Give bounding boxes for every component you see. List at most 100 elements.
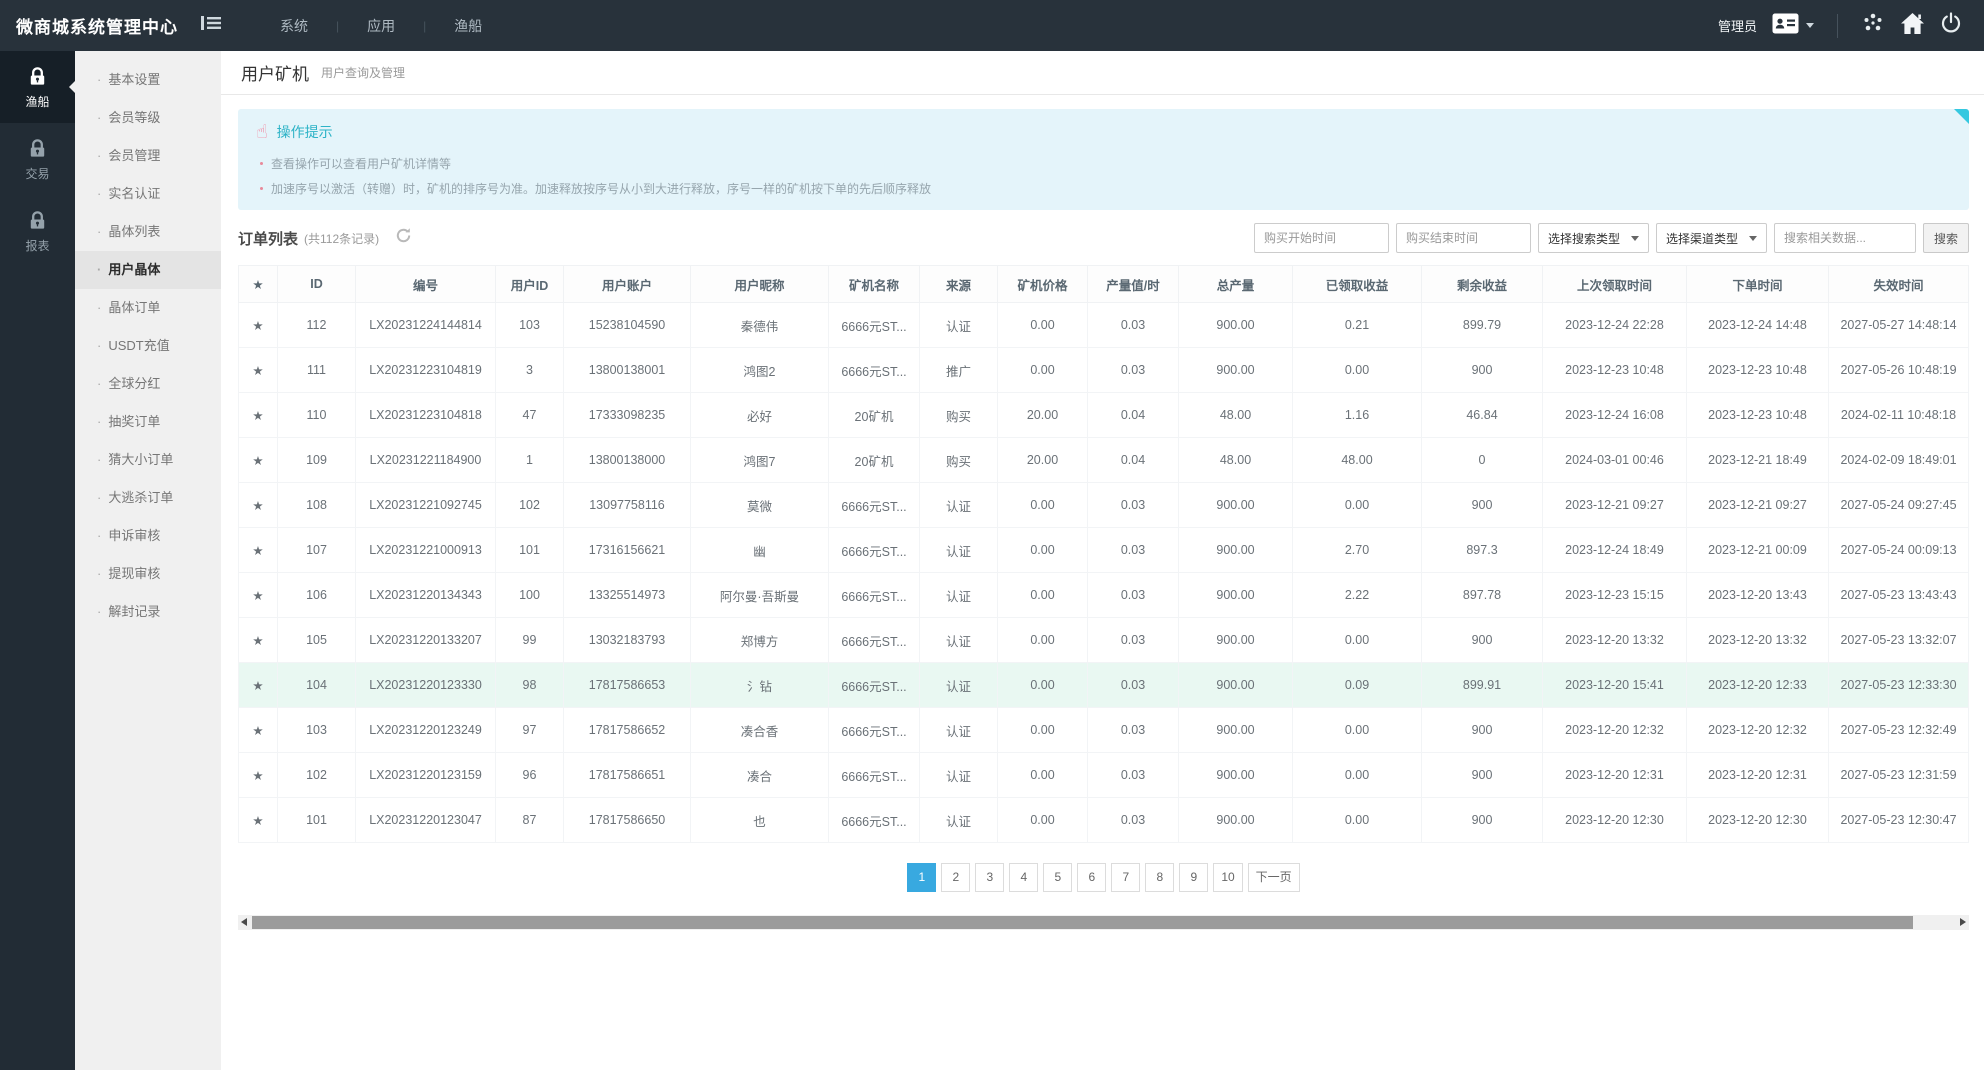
sidebar-item-label: 晶体列表: [108, 224, 161, 239]
brand-title: 微商城系统管理中心: [16, 18, 178, 37]
page-button-5[interactable]: 5: [1043, 863, 1073, 892]
sidebar-item-10[interactable]: · 猜大小订单: [75, 441, 221, 479]
page-button-9[interactable]: 9: [1179, 863, 1209, 892]
sidebar-item-14[interactable]: · 解封记录: [75, 593, 221, 631]
favorite-star-icon[interactable]: ★: [238, 302, 278, 348]
cell-8: 0.03: [1087, 572, 1179, 618]
favorite-star-icon[interactable]: ★: [238, 707, 278, 753]
page-button-4[interactable]: 4: [1009, 863, 1039, 892]
sidebar-item-13[interactable]: · 提现审核: [75, 555, 221, 593]
table-row[interactable]: ★ 110 LX20231223104818 47 17333098235 必好 20矿机购…: [238, 392, 1969, 438]
table-row[interactable]: ★ 102 LX20231220123159 96 17817586651 凑合 6666元…: [238, 752, 1969, 798]
cell-7: 20.00: [997, 437, 1088, 483]
dots-cluster-icon: [1861, 11, 1885, 40]
cell-7: 0.00: [997, 752, 1088, 798]
table-row[interactable]: ★ 104 LX20231220123330 98 17817586653 氵钻 6666元…: [238, 662, 1969, 708]
table-row[interactable]: ★ 112 LX20231224144814 103 15238104590 秦德伟 666…: [238, 302, 1969, 348]
logout-button[interactable]: [1940, 12, 1962, 39]
horizontal-scrollbar[interactable]: [238, 915, 1969, 930]
refresh-button[interactable]: [395, 227, 412, 249]
favorite-star-icon[interactable]: ★: [238, 347, 278, 393]
sidebar-item-label: 抽奖订单: [108, 414, 161, 429]
cell-14: 2027-05-23 12:33:30: [1828, 662, 1969, 708]
page-button-8[interactable]: 8: [1145, 863, 1175, 892]
favorite-star-icon[interactable]: ★: [238, 662, 278, 708]
sidebar-item-1[interactable]: · 会员等级: [75, 99, 221, 137]
sidebar-item-11[interactable]: · 大逃杀订单: [75, 479, 221, 517]
favorite-star-icon[interactable]: ★: [238, 617, 278, 663]
favorite-star-icon[interactable]: ★: [238, 752, 278, 798]
scrollbar-thumb[interactable]: [252, 916, 1913, 929]
tips-alert: ☝ 操作提示 查看操作可以查看用户矿机详情等 加速序号以激活（转赠）时，矿机的排序…: [238, 109, 1969, 210]
favorite-star-icon[interactable]: ★: [238, 527, 278, 573]
sidebar-item-8[interactable]: · 全球分红: [75, 365, 221, 403]
page-button-2[interactable]: 2: [941, 863, 971, 892]
page-button-10[interactable]: 10: [1213, 863, 1243, 892]
keyword-input[interactable]: [1774, 223, 1916, 253]
next-page-button[interactable]: 下一页: [1247, 863, 1300, 892]
favorite-star-icon[interactable]: ★: [238, 572, 278, 618]
nav-item-0[interactable]: 系统: [252, 16, 336, 36]
rail-item-0[interactable]: 渔船: [0, 51, 75, 123]
table-row[interactable]: ★ 106 LX20231220134343 100 13325514973 阿尔曼·吾斯…: [238, 572, 1969, 618]
rail-item-2[interactable]: 报表: [0, 195, 75, 267]
sidebar-item-2[interactable]: · 会员管理: [75, 137, 221, 175]
cell-14: 2027-05-24 09:27:45: [1828, 482, 1969, 528]
collapse-menu-button[interactable]: [196, 10, 226, 41]
sidebar-item-9[interactable]: · 抽奖订单: [75, 403, 221, 441]
admin-account-button[interactable]: [1772, 13, 1814, 39]
page-button-6[interactable]: 6: [1077, 863, 1107, 892]
sidebar-item-5[interactable]: · 用户晶体: [75, 251, 221, 289]
cell-0: 106: [277, 572, 356, 618]
clear-cache-button[interactable]: [1861, 11, 1885, 40]
table-row[interactable]: ★ 111 LX20231223104819 3 13800138001 鸿图2 6666元…: [238, 347, 1969, 393]
home-button[interactable]: [1900, 12, 1925, 40]
table-row[interactable]: ★ 107 LX20231221000913 101 17316156621 幽 6666元…: [238, 527, 1969, 573]
table-row[interactable]: ★ 108 LX20231221092745 102 13097758116 莫微 6666…: [238, 482, 1969, 528]
table-row[interactable]: ★ 103 LX20231220123249 97 17817586652 凑合香 6666…: [238, 707, 1969, 753]
page-button-3[interactable]: 3: [975, 863, 1005, 892]
page-button-7[interactable]: 7: [1111, 863, 1141, 892]
purchase-end-input[interactable]: [1396, 223, 1531, 253]
cell-3: 17316156621: [563, 527, 691, 573]
column-header-1: 编号: [355, 265, 496, 303]
sidebar-item-0[interactable]: · 基本设置: [75, 61, 221, 99]
cell-12: 2023-12-20 12:30: [1542, 797, 1687, 843]
search-type-select[interactable]: 选择搜索类型: [1538, 223, 1649, 253]
page-button-1[interactable]: 1: [907, 863, 937, 892]
rail-item-1[interactable]: 交易: [0, 123, 75, 195]
cell-8: 0.03: [1087, 662, 1179, 708]
nav-item-2[interactable]: 渔船: [426, 16, 510, 36]
channel-type-select[interactable]: 选择渠道类型: [1656, 223, 1767, 253]
cell-4: 阿尔曼·吾斯曼: [690, 572, 829, 618]
sidebar-item-12[interactable]: · 申诉审核: [75, 517, 221, 555]
column-header-0: ID: [277, 265, 356, 303]
cell-14: 2027-05-23 12:32:49: [1828, 707, 1969, 753]
scroll-left-icon[interactable]: [241, 918, 247, 926]
table-row[interactable]: ★ 109 LX20231221184900 1 13800138000 鸿图7 20矿机购…: [238, 437, 1969, 483]
cell-3: 17817586652: [563, 707, 691, 753]
favorite-star-icon[interactable]: ★: [238, 482, 278, 528]
cell-1: LX20231220123249: [355, 707, 496, 753]
bullet-dot-icon: ·: [97, 414, 102, 429]
sidebar-item-4[interactable]: · 晶体列表: [75, 213, 221, 251]
sidebar-item-3[interactable]: · 实名认证: [75, 175, 221, 213]
cell-12: 2023-12-24 16:08: [1542, 392, 1687, 438]
table-row[interactable]: ★ 105 LX20231220133207 99 13032183793 郑博方 6666…: [238, 617, 1969, 663]
bullet-dot-icon: ·: [97, 262, 102, 277]
favorite-star-icon[interactable]: ★: [238, 437, 278, 483]
scroll-right-icon[interactable]: [1960, 918, 1966, 926]
favorite-star-icon[interactable]: ★: [238, 797, 278, 843]
nav-item-1[interactable]: 应用: [339, 16, 423, 36]
table-row[interactable]: ★ 101 LX20231220123047 87 17817586650 也 6666元S…: [238, 797, 1969, 843]
sidebar-item-6[interactable]: · 晶体订单: [75, 289, 221, 327]
favorite-star-icon[interactable]: ★: [238, 392, 278, 438]
cell-11: 900: [1421, 347, 1543, 393]
purchase-start-input[interactable]: [1254, 223, 1389, 253]
bullet-dot-icon: ·: [97, 224, 102, 239]
cell-10: 0.00: [1292, 797, 1422, 843]
power-icon: [1940, 12, 1962, 39]
cell-0: 112: [277, 302, 356, 348]
search-button[interactable]: 搜索: [1923, 223, 1969, 253]
sidebar-item-7[interactable]: · USDT充值: [75, 327, 221, 365]
